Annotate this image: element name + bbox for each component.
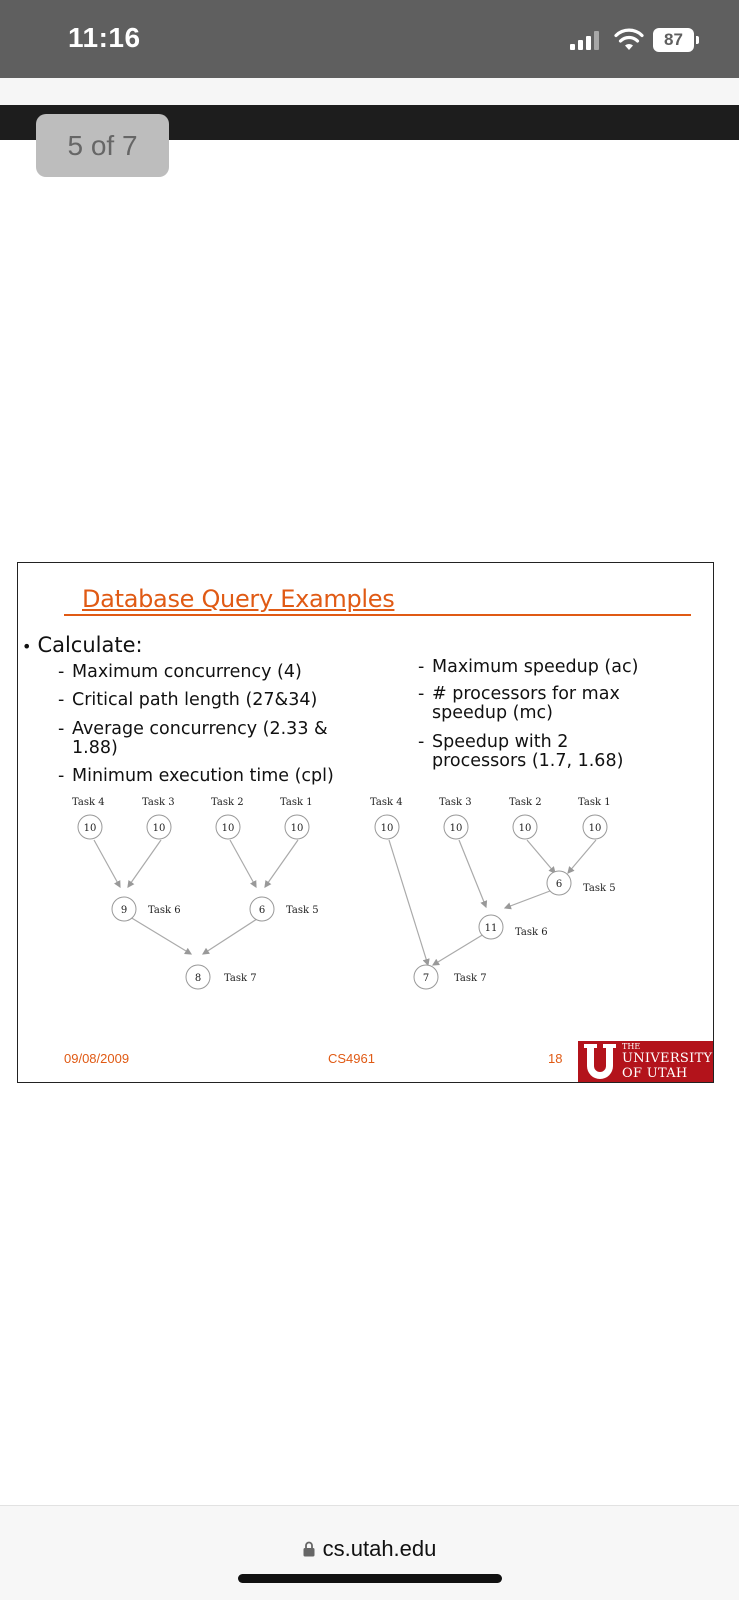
task-weight: 7: [423, 973, 429, 984]
address-bar[interactable]: cs.utah.edu: [0, 1536, 739, 1562]
home-indicator[interactable]: [238, 1574, 502, 1583]
task-weight: 10: [381, 823, 394, 834]
task-label: Task 7: [224, 973, 257, 984]
list-item: - Average concurrency (2.33 & 1.88): [58, 719, 328, 758]
utah-u-icon: [584, 1044, 616, 1079]
task-label: Task 3: [439, 797, 472, 808]
task-graphs: Task 4 Task 3 Task 2 Task 1 10 10 10 10 …: [72, 797, 616, 990]
slide-title: Database Query Examples: [82, 585, 395, 613]
right-graph-top-tasks: Task 4 Task 3 Task 2 Task 1 10 10 10 10: [370, 797, 611, 840]
status-bar: 11:16 87: [0, 0, 739, 78]
wifi-icon: [614, 28, 644, 50]
browser-bottom-bar: cs.utah.edu: [0, 1505, 739, 1600]
title-rule: [64, 614, 691, 616]
footer-course: CS4961: [328, 1051, 375, 1066]
bullet-calculate: • Calculate:: [22, 633, 143, 657]
task-weight: 10: [589, 823, 602, 834]
battery-icon: 87: [653, 28, 699, 52]
task-weight: 6: [556, 879, 562, 890]
task-weight: 10: [450, 823, 463, 834]
list-item: - Maximum concurrency (4): [58, 662, 302, 682]
task-label: Task 6: [515, 927, 548, 938]
url-text: cs.utah.edu: [322, 1536, 437, 1561]
task-weight: 10: [84, 823, 97, 834]
cellular-signal-icon: [570, 30, 602, 50]
task-label: Task 5: [583, 883, 616, 894]
footer-page-number: 18: [548, 1051, 563, 1066]
list-item: - Critical path length (27&34): [58, 690, 318, 710]
task-label: Task 4: [370, 797, 403, 808]
task-label: Task 1: [280, 797, 313, 808]
left-graph-top-tasks: Task 4 Task 3 Task 2 Task 1 10 10 10 10: [72, 797, 313, 840]
task-weight: 10: [519, 823, 532, 834]
task-label: Task 3: [142, 797, 175, 808]
task-label: Task 5: [286, 905, 319, 916]
list-item: - Maximum speedup (ac): [418, 657, 639, 677]
task-label: Task 2: [509, 797, 542, 808]
list-item: - # processors for max speedup (mc): [418, 684, 620, 723]
task-label: Task 4: [72, 797, 105, 808]
task-label: Task 7: [454, 973, 487, 984]
task-weight: 6: [259, 905, 265, 916]
slide: Database Query Examples • Calculate: - Max…: [17, 562, 714, 1083]
status-time: 11:16: [68, 22, 141, 53]
task-weight: 10: [153, 823, 166, 834]
list-item: - Minimum execution time (cpl): [58, 766, 334, 786]
task-label: Task 2: [211, 797, 244, 808]
task-weight: 10: [291, 823, 304, 834]
footer-date: 09/08/2009: [64, 1051, 130, 1066]
page-indicator: 5 of 7: [36, 114, 169, 177]
lock-icon: [303, 1537, 315, 1557]
task-label: Task 1: [578, 797, 611, 808]
battery-level: 87: [653, 28, 694, 52]
task-weight: 9: [121, 905, 127, 916]
university-of-utah-logo: THE UNIVERSITY OF UTAH: [578, 1041, 713, 1082]
task-weight: 10: [222, 823, 235, 834]
viewer-background: [0, 78, 739, 105]
task-weight: 11: [485, 923, 498, 934]
list-item: - Speedup with 2 processors (1.7, 1.68): [418, 732, 624, 771]
task-label: Task 6: [148, 905, 181, 916]
task-weight: 8: [195, 973, 201, 984]
